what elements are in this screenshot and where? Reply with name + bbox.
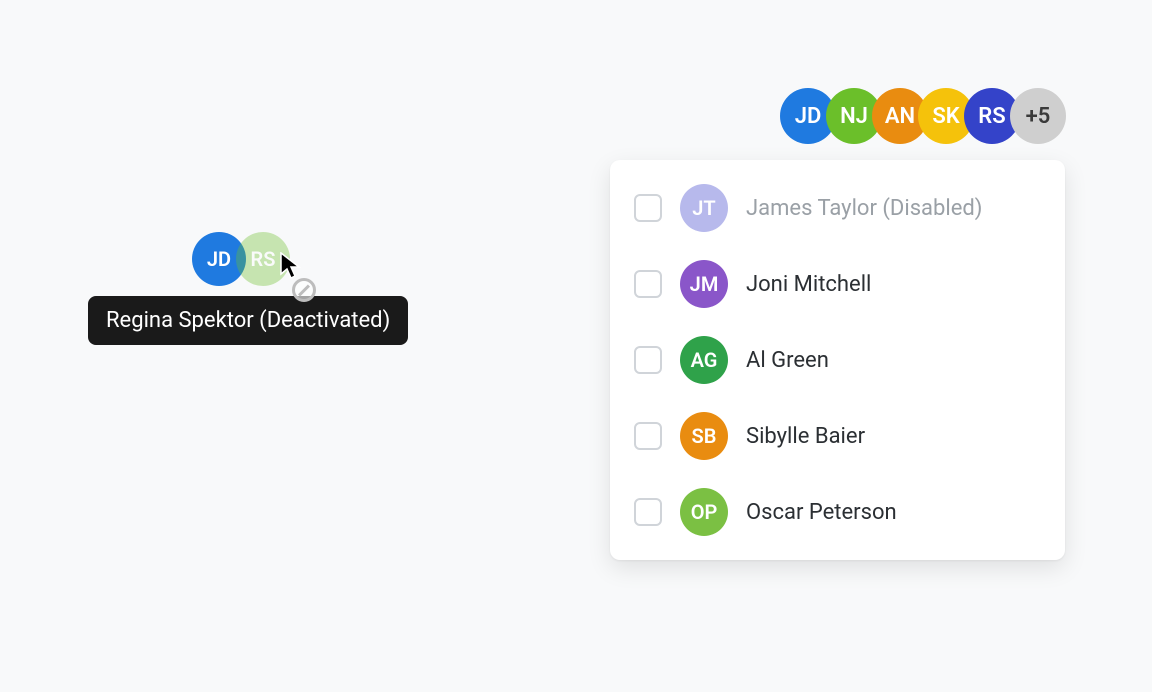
list-item-disabled: JT James Taylor (Disabled) (620, 170, 1055, 246)
user-name: Sibylle Baier (746, 424, 865, 449)
list-item[interactable]: AG Al Green (620, 322, 1055, 398)
list-item[interactable]: JM Joni Mitchell (620, 246, 1055, 322)
avatar: JM (680, 260, 728, 308)
avatar-stack-small: JD RS (192, 232, 280, 286)
avatar: SB (680, 412, 728, 460)
user-name: Al Green (746, 348, 829, 373)
checkbox[interactable] (634, 422, 662, 450)
tooltip: Regina Spektor (Deactivated) (88, 296, 408, 345)
checkbox[interactable] (634, 498, 662, 526)
checkbox (634, 194, 662, 222)
checkbox[interactable] (634, 270, 662, 298)
avatar-deactivated[interactable]: RS (236, 232, 290, 286)
list-item[interactable]: OP Oscar Peterson (620, 474, 1055, 550)
avatar-overflow[interactable]: +5 (1010, 88, 1066, 144)
user-picker-panel: JT James Taylor (Disabled) JM Joni Mitch… (610, 160, 1065, 560)
user-name: Joni Mitchell (746, 272, 871, 297)
list-item[interactable]: SB Sibylle Baier (620, 398, 1055, 474)
avatar: JT (680, 184, 728, 232)
avatar: AG (680, 336, 728, 384)
user-name: Oscar Peterson (746, 500, 897, 525)
avatar-row: JD NJ AN SK RS +5 (780, 88, 1066, 144)
checkbox[interactable] (634, 346, 662, 374)
user-name: James Taylor (Disabled) (746, 196, 982, 221)
avatar: OP (680, 488, 728, 536)
